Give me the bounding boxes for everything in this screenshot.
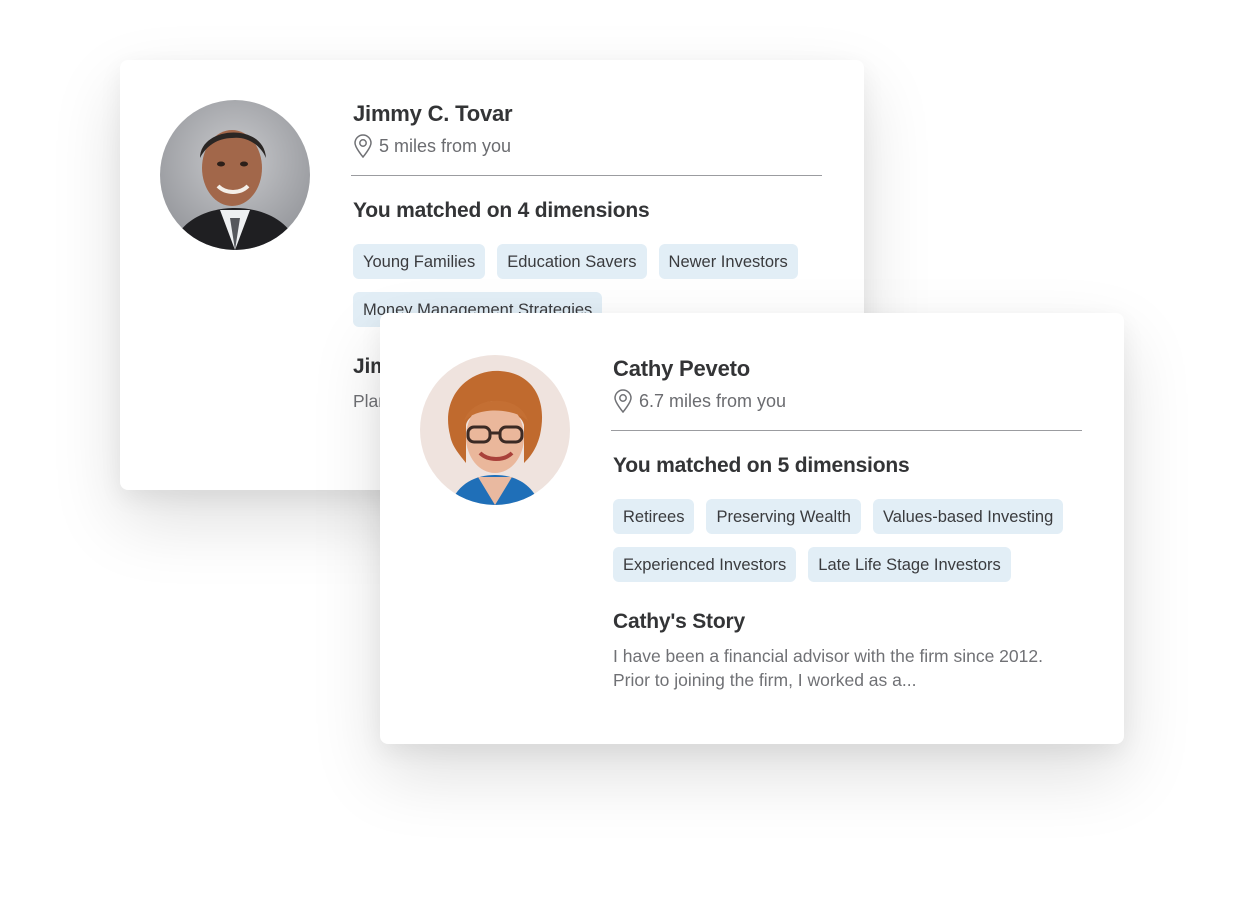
dimension-tag: Preserving Wealth — [706, 499, 861, 534]
dimension-tag: Experienced Investors — [613, 547, 797, 582]
advisor-name[interactable]: Cathy Peveto — [613, 355, 1084, 383]
distance-text: 5 miles from you — [379, 136, 512, 156]
dimension-tags: Retirees Preserving Wealth Values-based … — [613, 499, 1093, 582]
dimension-tag: Newer Investors — [658, 244, 798, 279]
dimension-tag: Late Life Stage Investors — [808, 547, 1011, 582]
distance-text: 6.7 miles from you — [639, 391, 787, 411]
dimension-tag: Education Savers — [497, 244, 647, 279]
map-pin-icon — [354, 134, 372, 158]
advisor-avatar — [160, 100, 310, 250]
dimension-tag: Retirees — [613, 499, 695, 534]
advisor-name[interactable]: Jimmy C. Tovar — [353, 100, 824, 128]
matched-dimensions-heading: You matched on 4 dimensions — [353, 199, 650, 222]
story-title: Cathy's Story — [613, 610, 745, 633]
divider — [611, 430, 1082, 431]
divider — [351, 175, 822, 176]
advisor-distance: 5 miles from you — [353, 134, 824, 158]
story-text: I have been a financial advisor with the… — [613, 646, 1043, 690]
advisor-distance: 6.7 miles from you — [613, 389, 1084, 413]
dimension-tag: Young Families — [353, 244, 486, 279]
advisor-photo-cathy — [420, 355, 570, 505]
advisor-avatar — [420, 355, 570, 505]
advisor-photo-jimmy — [160, 100, 310, 250]
matched-dimensions-heading: You matched on 5 dimensions — [613, 454, 910, 477]
dimension-tag: Values-based Investing — [872, 499, 1064, 534]
map-pin-icon — [614, 389, 632, 413]
advisor-card[interactable]: Cathy Peveto 6.7 miles from you You matc… — [380, 313, 1124, 744]
